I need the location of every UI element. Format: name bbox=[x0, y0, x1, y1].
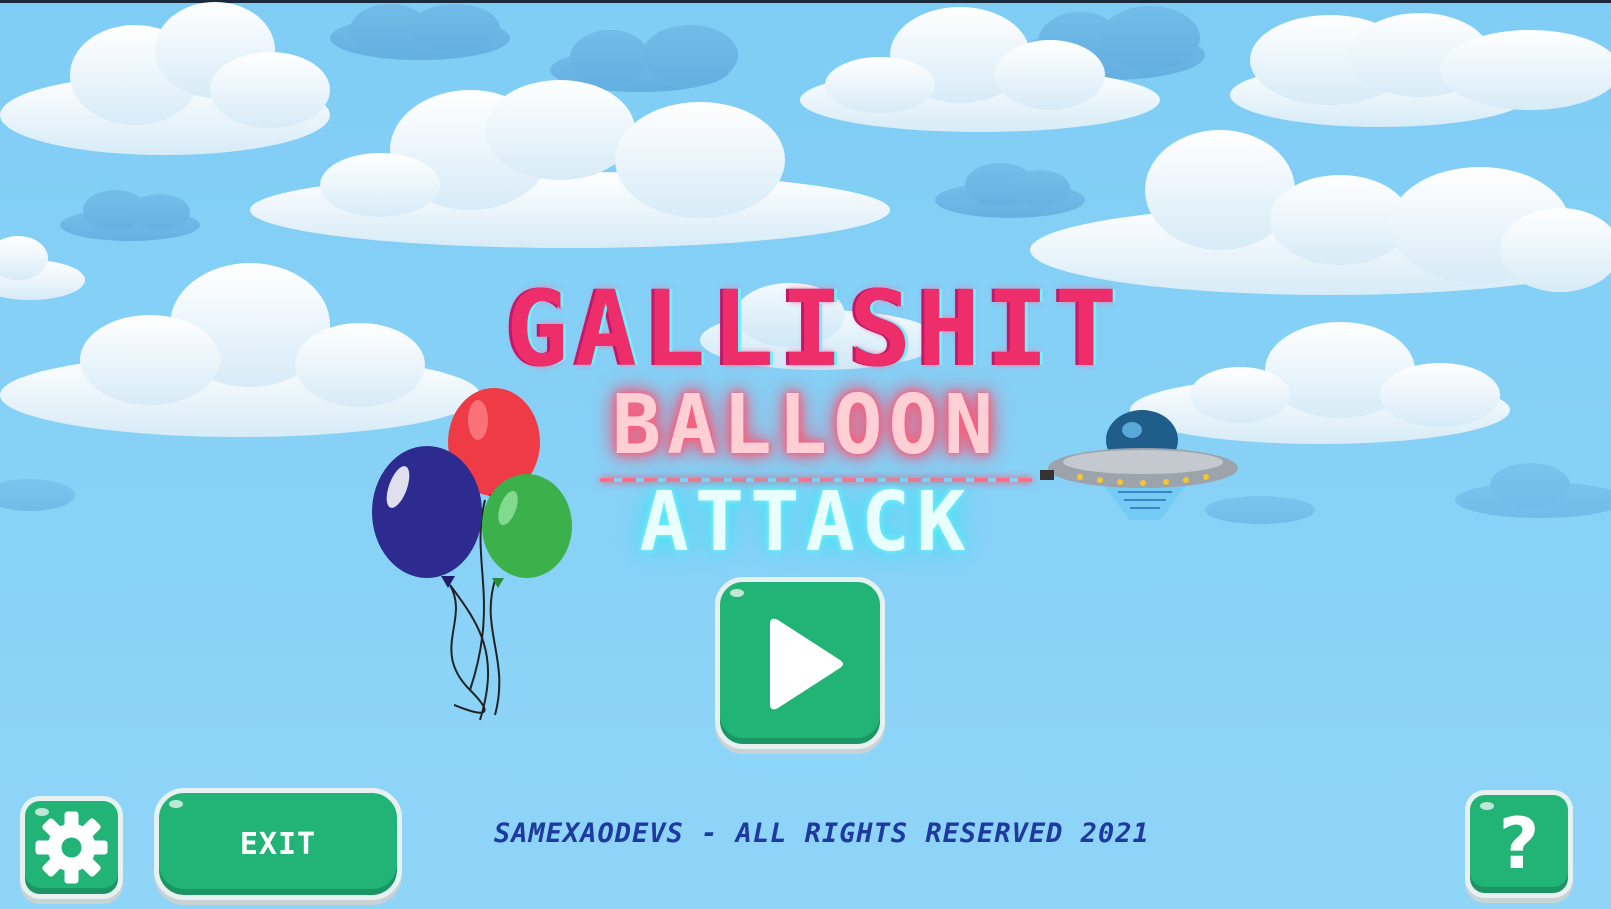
settings-button[interactable] bbox=[20, 796, 123, 899]
game-title: GALLISHIT bbox=[505, 268, 1124, 390]
exit-button[interactable]: EXIT bbox=[154, 788, 402, 900]
distant-cloud bbox=[60, 190, 200, 241]
question-mark-icon: ? bbox=[1498, 803, 1540, 885]
help-button[interactable]: ? bbox=[1465, 790, 1573, 898]
exit-button-label: EXIT bbox=[239, 826, 317, 862]
distant-cloud bbox=[330, 4, 510, 60]
game-subtitle-attack: ATTACK bbox=[639, 475, 972, 570]
game-screen: GALLISHIT BALLOON ATTACK EXIT ? SAMEXAOD… bbox=[0, 0, 1611, 909]
game-subtitle-balloon: BALLOON bbox=[611, 378, 1000, 473]
play-button[interactable] bbox=[715, 577, 885, 749]
gear-icon bbox=[35, 811, 108, 884]
cloud bbox=[0, 2, 330, 155]
cloud bbox=[1230, 13, 1611, 127]
copyright-text: SAMEXAODEVS - ALL RIGHTS RESERVED 2021 bbox=[494, 818, 1150, 849]
cloud bbox=[250, 80, 890, 248]
play-icon bbox=[770, 618, 843, 710]
distant-cloud bbox=[935, 163, 1085, 218]
